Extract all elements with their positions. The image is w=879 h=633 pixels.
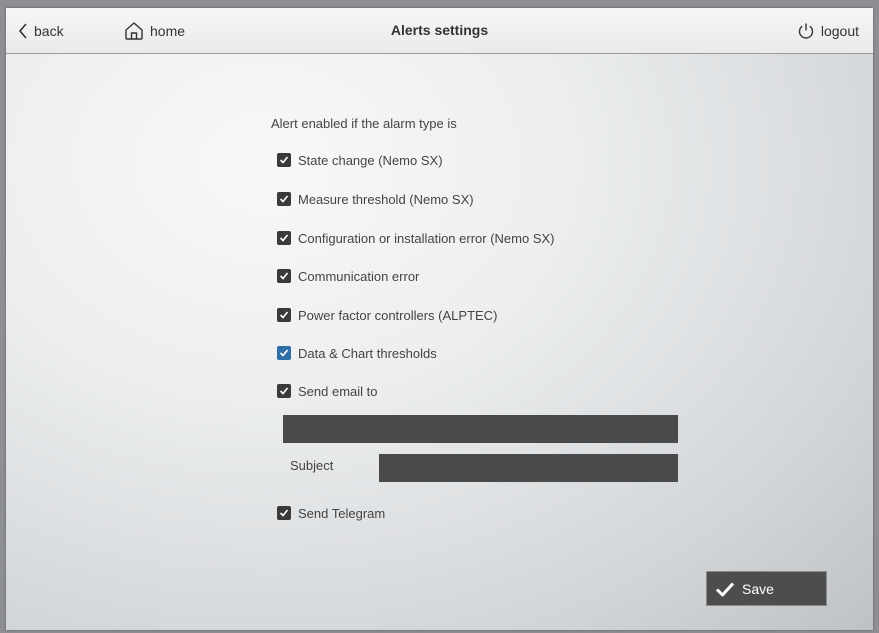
home-icon — [124, 21, 144, 40]
checkbox[interactable] — [277, 346, 291, 360]
checkmark-icon — [279, 272, 289, 280]
checkmark-icon — [279, 234, 289, 242]
option-send-telegram[interactable]: Send Telegram — [277, 503, 385, 523]
option-label: Communication error — [298, 268, 420, 284]
chevron-left-icon — [18, 22, 28, 39]
home-button[interactable]: home — [124, 8, 185, 53]
option-label: State change (Nemo SX) — [298, 152, 443, 168]
checkbox[interactable] — [277, 384, 291, 398]
option-state-change[interactable]: State change (Nemo SX) — [277, 150, 443, 170]
option-label: Configuration or installation error (Nem… — [298, 230, 555, 246]
checkmark-icon — [279, 509, 289, 517]
option-configuration-error[interactable]: Configuration or installation error (Nem… — [277, 228, 555, 248]
option-communication-error[interactable]: Communication error — [277, 266, 419, 286]
power-icon — [797, 22, 815, 40]
option-send-email[interactable]: Send email to — [277, 381, 378, 401]
option-measure-threshold[interactable]: Measure threshold (Nemo SX) — [277, 189, 474, 209]
checkbox[interactable] — [277, 308, 291, 322]
save-button[interactable]: Save — [706, 571, 827, 606]
checkmark-icon — [715, 581, 735, 596]
save-label: Save — [742, 580, 774, 597]
option-data-chart-thresholds[interactable]: Data & Chart thresholds — [277, 343, 437, 363]
logout-label: logout — [820, 22, 859, 39]
checkbox[interactable] — [277, 153, 291, 167]
option-power-factor-controllers[interactable]: Power factor controllers (ALPTEC) — [277, 305, 497, 325]
checkmark-icon — [279, 195, 289, 203]
logout-button[interactable]: logout — [797, 8, 859, 53]
alert-type-intro: Alert enabled if the alarm type is — [271, 116, 457, 131]
subject-field[interactable] — [379, 454, 678, 482]
option-label: Power factor controllers (ALPTEC) — [298, 307, 498, 323]
option-label: Data & Chart thresholds — [298, 345, 437, 361]
checkbox[interactable] — [277, 269, 291, 283]
option-label: Send email to — [298, 383, 378, 399]
checkbox[interactable] — [277, 192, 291, 206]
app-window: back home Alerts settings logout Alert e… — [6, 8, 873, 630]
back-label: back — [34, 22, 64, 39]
back-button[interactable]: back — [18, 8, 64, 53]
checkmark-icon — [279, 349, 289, 357]
top-bar: back home Alerts settings logout — [6, 8, 873, 54]
subject-label: Subject — [290, 458, 334, 473]
checkmark-icon — [279, 156, 289, 164]
email-field[interactable] — [283, 415, 678, 443]
checkmark-icon — [279, 311, 289, 319]
checkbox[interactable] — [277, 231, 291, 245]
checkbox[interactable] — [277, 506, 291, 520]
option-label: Send Telegram — [298, 505, 386, 521]
checkmark-icon — [279, 387, 289, 395]
home-label: home — [150, 22, 186, 39]
option-label: Measure threshold (Nemo SX) — [298, 191, 474, 207]
